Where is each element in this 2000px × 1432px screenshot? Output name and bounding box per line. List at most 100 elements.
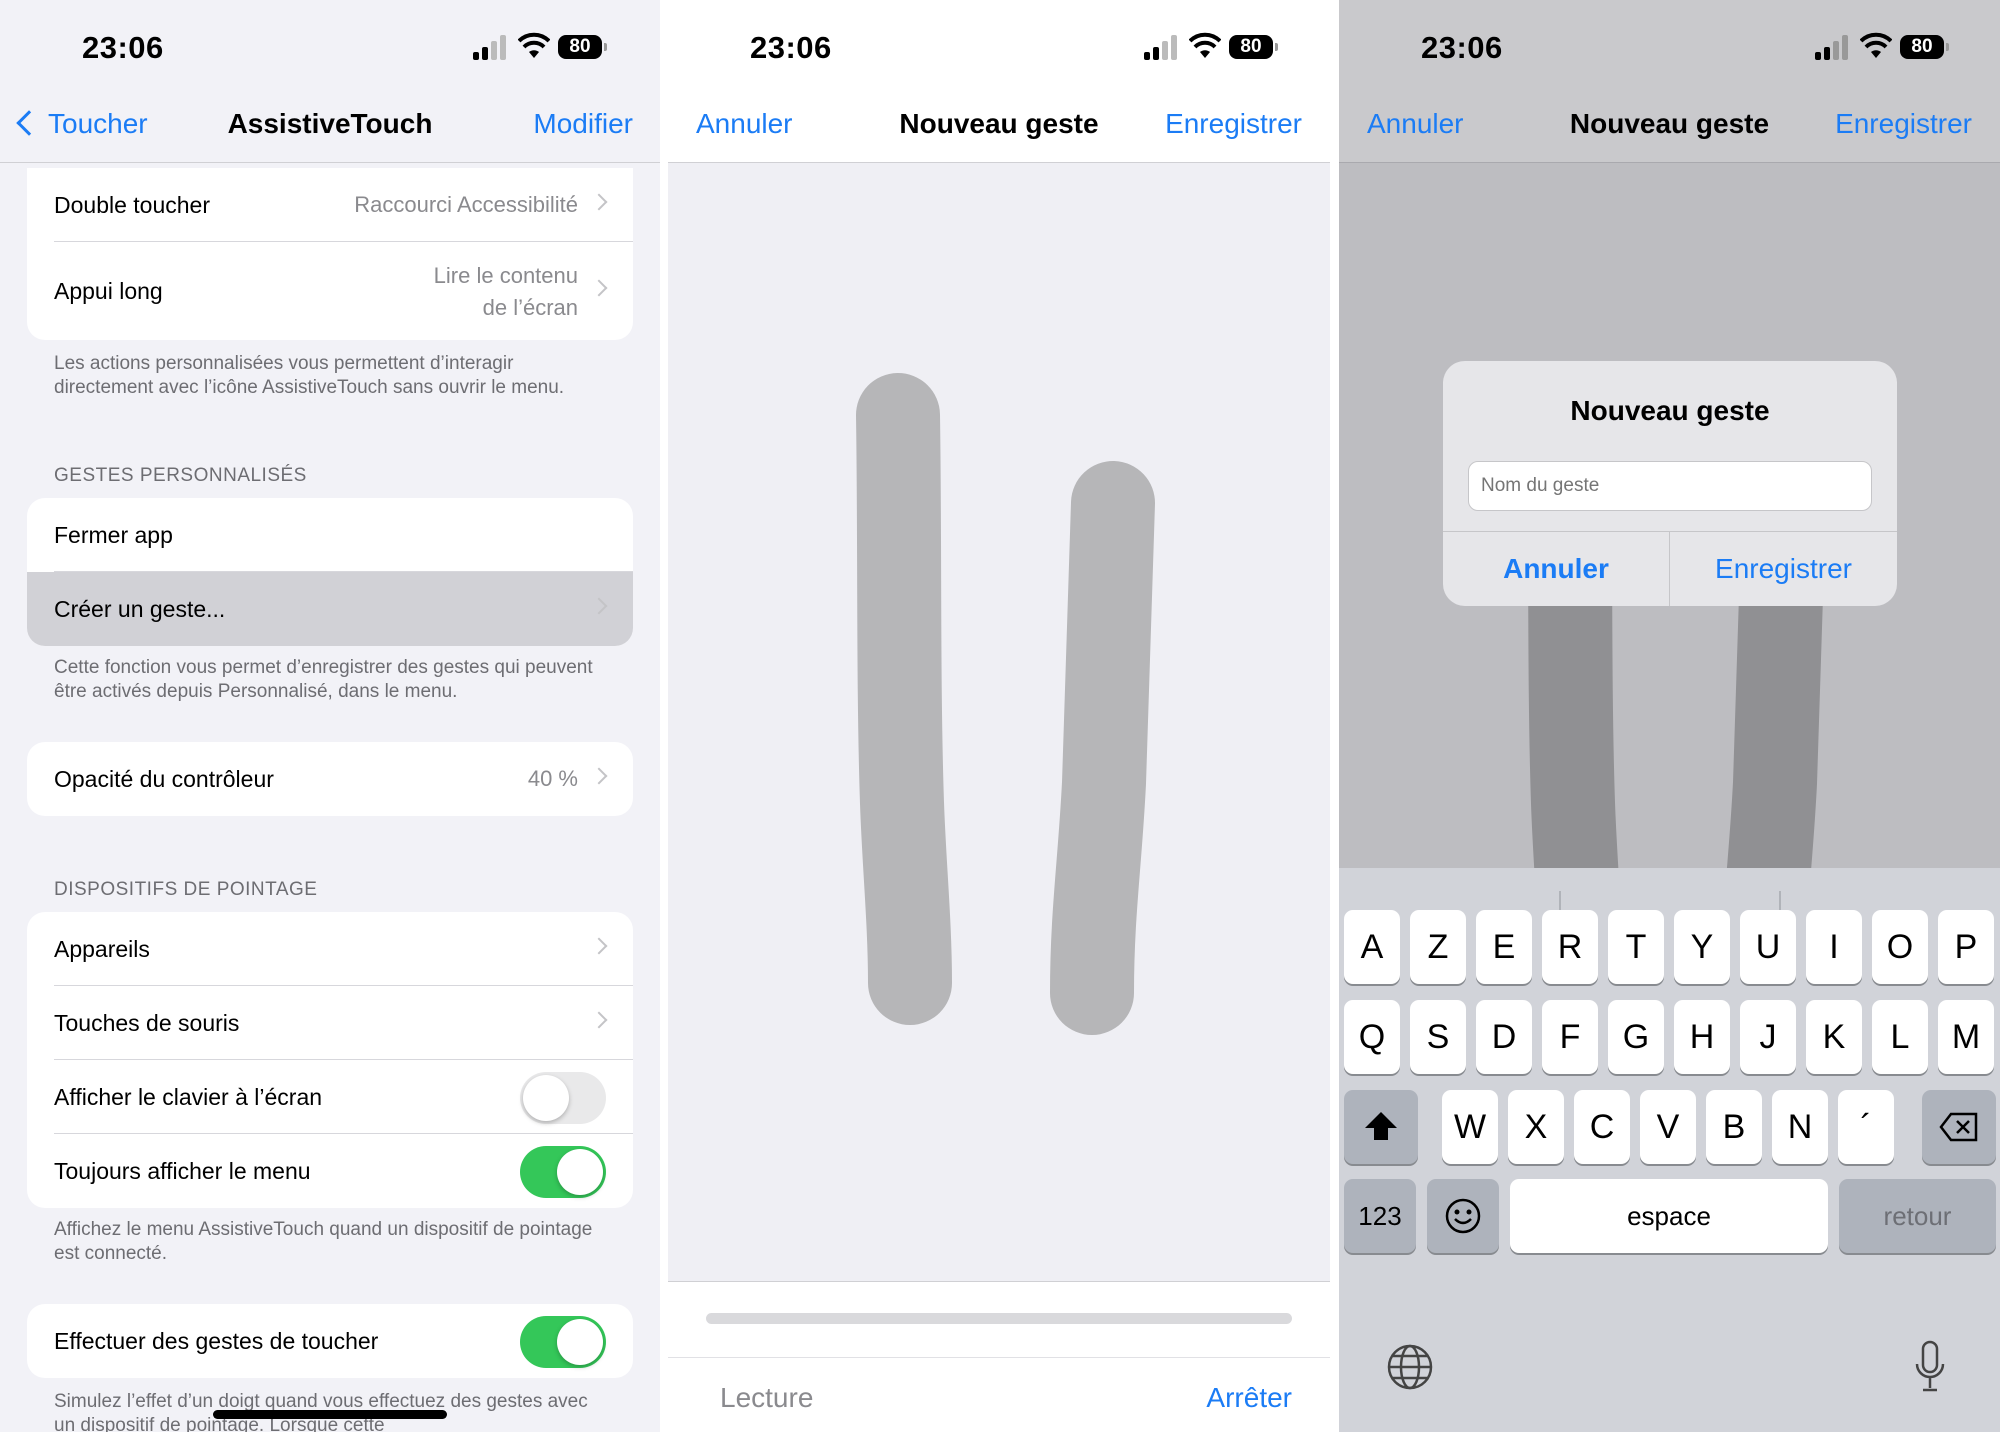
create-gesture-row[interactable]: Créer un geste... — [27, 572, 633, 646]
progress-track — [706, 1313, 1292, 1324]
key-u[interactable]: U — [1740, 910, 1796, 984]
key-i[interactable]: I — [1806, 910, 1862, 984]
close-app-gesture-row[interactable]: Fermer app — [54, 498, 633, 572]
save-button[interactable]: Enregistrer — [1835, 108, 1972, 140]
cellular-signal-icon — [1815, 34, 1851, 60]
space-key[interactable]: espace — [1510, 1179, 1828, 1253]
wifi-icon — [1189, 32, 1221, 58]
status-bar: 23:06 80 — [1339, 0, 2000, 90]
key-h[interactable]: H — [1674, 1000, 1730, 1074]
key-j[interactable]: J — [1740, 1000, 1796, 1074]
return-key[interactable]: retour — [1839, 1179, 1996, 1253]
touch-gestures-row: Effectuer des gestes de toucher — [54, 1304, 633, 1378]
row-label: Fermer app — [54, 522, 173, 548]
pointer-devices-header: DISPOSITIFS DE POINTAGE — [54, 879, 318, 900]
backspace-key[interactable] — [1922, 1090, 1996, 1164]
long-press-row[interactable]: Appui long Lire le contenu de l’écran — [54, 242, 633, 340]
key-n[interactable]: N — [1772, 1090, 1828, 1164]
wifi-icon — [1860, 32, 1892, 58]
row-label: Appareils — [54, 936, 150, 962]
key-k[interactable]: K — [1806, 1000, 1862, 1074]
alert-save-button[interactable]: Enregistrer — [1670, 531, 1897, 606]
navigation-bar: Annuler Nouveau geste Enregistrer — [1339, 90, 2000, 162]
stop-button[interactable]: Arrêter — [1206, 1382, 1292, 1414]
numbers-key[interactable]: 123 — [1344, 1179, 1416, 1253]
always-show-menu-row: Toujours afficher le menu — [54, 1134, 633, 1208]
key-m[interactable]: M — [1938, 1000, 1994, 1074]
key-l[interactable]: L — [1872, 1000, 1928, 1074]
microphone-icon[interactable] — [1913, 1340, 1947, 1394]
row-label: Appui long — [54, 278, 163, 304]
home-indicator — [213, 1410, 447, 1419]
status-bar: 23:06 80 — [668, 0, 1330, 90]
globe-icon[interactable] — [1386, 1343, 1434, 1391]
show-keyboard-toggle[interactable] — [520, 1072, 606, 1124]
emoji-key[interactable] — [1427, 1179, 1499, 1253]
touch-gestures-group: Effectuer des gestes de toucher — [27, 1304, 633, 1378]
key-y[interactable]: Y — [1674, 910, 1730, 984]
key-d[interactable]: D — [1476, 1000, 1532, 1074]
gesture-name-input[interactable] — [1468, 461, 1872, 511]
key-r[interactable]: R — [1542, 910, 1598, 984]
shift-key[interactable] — [1344, 1090, 1418, 1164]
devices-row[interactable]: Appareils — [54, 912, 633, 986]
key-s[interactable]: S — [1410, 1000, 1466, 1074]
chevron-right-icon — [590, 279, 608, 297]
divider — [0, 162, 660, 163]
key-e[interactable]: E — [1476, 910, 1532, 984]
cellular-signal-icon — [473, 34, 509, 60]
cellular-signal-icon — [1144, 34, 1180, 60]
play-button[interactable]: Lecture — [720, 1382, 813, 1414]
edit-button[interactable]: Modifier — [533, 108, 633, 140]
chevron-right-icon — [590, 937, 608, 955]
save-button[interactable]: Enregistrer — [1165, 108, 1302, 140]
name-gesture-alert: Nouveau geste Annuler Enregistrer — [1443, 361, 1897, 606]
new-gesture-panel: 23:06 80 Annuler Nouveau geste Enregistr… — [668, 0, 1330, 1432]
touch-gestures-toggle[interactable] — [520, 1316, 606, 1368]
key-a[interactable]: A — [1344, 910, 1400, 984]
wifi-icon — [518, 32, 550, 58]
key-f[interactable]: F — [1542, 1000, 1598, 1074]
row-label: Afficher le clavier à l’écran — [54, 1084, 323, 1110]
row-label: Toujours afficher le menu — [54, 1158, 311, 1184]
key-g[interactable]: G — [1608, 1000, 1664, 1074]
alert-cancel-button[interactable]: Annuler — [1443, 531, 1669, 606]
key-z[interactable]: Z — [1410, 910, 1466, 984]
key-b[interactable]: B — [1706, 1090, 1762, 1164]
opacity-row[interactable]: Opacité du contrôleur 40 % — [54, 742, 633, 816]
row-value: 40 % — [527, 766, 578, 791]
gesture-stroke-1 — [856, 373, 952, 1025]
row-label: Double toucher — [54, 192, 210, 218]
key-accent[interactable]: ´ — [1838, 1090, 1894, 1164]
key-q[interactable]: Q — [1344, 1000, 1400, 1074]
key-o[interactable]: O — [1872, 910, 1928, 984]
toggle-knob — [557, 1319, 603, 1365]
custom-gestures-group: Fermer app Créer un geste... — [27, 498, 633, 646]
row-label: Touches de souris — [54, 1010, 240, 1036]
key-w[interactable]: W — [1442, 1090, 1498, 1164]
gesture-stroke-2 — [1050, 461, 1155, 1035]
key-t[interactable]: T — [1608, 910, 1664, 984]
gesture-canvas[interactable] — [668, 163, 1330, 1281]
always-show-menu-toggle[interactable] — [520, 1146, 606, 1198]
mouse-keys-row[interactable]: Touches de souris — [54, 986, 633, 1060]
key-c[interactable]: C — [1574, 1090, 1630, 1164]
key-p[interactable]: P — [1938, 910, 1994, 984]
chevron-right-icon — [590, 597, 608, 615]
divider — [668, 1357, 1330, 1358]
key-v[interactable]: V — [1640, 1090, 1696, 1164]
name-gesture-panel: 23:06 80 Annuler Nouveau geste Enregistr… — [1339, 0, 2000, 1432]
toggle-knob — [557, 1149, 603, 1195]
double-tap-row[interactable]: Double toucher Raccourci Accessibilité — [54, 168, 633, 242]
row-label: Créer un geste... — [54, 596, 226, 622]
key-x[interactable]: X — [1508, 1090, 1564, 1164]
row-label: Opacité du contrôleur — [54, 766, 274, 792]
pointer-devices-group: Appareils Touches de souris Afficher le … — [27, 912, 633, 1208]
actions-group: Double toucher Raccourci Accessibilité A… — [27, 168, 633, 340]
custom-gestures-header: GESTES PERSONNALISÉS — [54, 465, 307, 486]
opacity-group: Opacité du contrôleur 40 % — [27, 742, 633, 816]
keyboard: AZERTYUIOP QSDFGHJKLM W X C V B N ´ 123 espace… — [1339, 868, 2000, 1432]
custom-gestures-footer: Cette fonction vous permet d’enregistrer… — [54, 657, 593, 702]
show-keyboard-row: Afficher le clavier à l’écran — [54, 1060, 633, 1134]
battery-icon: 80 — [1900, 35, 1949, 59]
